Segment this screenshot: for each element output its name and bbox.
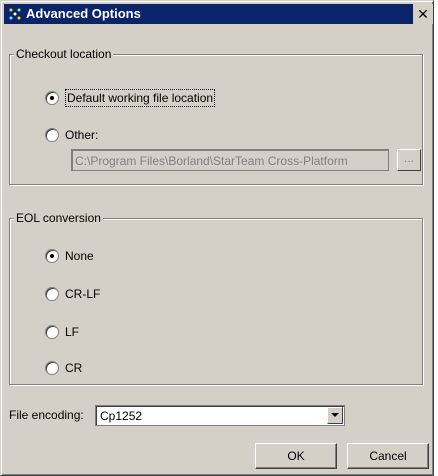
radio-other-indicator[interactable] [45, 128, 59, 142]
chevron-down-icon[interactable] [327, 407, 343, 424]
radio-eol-none[interactable]: None [45, 247, 94, 265]
cancel-button[interactable]: Cancel [347, 443, 429, 469]
radio-eol-cr-indicator[interactable] [45, 361, 59, 375]
radio-default-indicator[interactable] [45, 91, 59, 105]
app-icon [7, 6, 23, 22]
radio-eol-none-label[interactable]: None [65, 248, 94, 264]
file-encoding-value: Cp1252 [100, 409, 143, 423]
window-title: Advanced Options [26, 6, 141, 21]
radio-eol-lf[interactable]: LF [45, 323, 79, 341]
file-encoding-combo[interactable]: Cp1252 [95, 405, 345, 426]
close-button[interactable]: ✕ [413, 4, 433, 24]
radio-eol-none-indicator[interactable] [45, 249, 59, 263]
radio-eol-crlf-label[interactable]: CR-LF [65, 286, 100, 302]
ok-button[interactable]: OK [255, 443, 337, 469]
browse-button[interactable]: ... [397, 149, 421, 171]
radio-eol-cr[interactable]: CR [45, 359, 82, 377]
radio-eol-crlf-indicator[interactable] [45, 287, 59, 301]
radio-other-label[interactable]: Other: [65, 127, 98, 143]
eol-conversion-legend: EOL conversion [14, 211, 103, 225]
title-bar[interactable]: Advanced Options ✕ [4, 4, 433, 24]
radio-other-location[interactable]: Other: [45, 126, 98, 144]
other-path-input[interactable]: C:\Program Files\Borland\StarTeam Cross-… [71, 149, 389, 171]
radio-eol-crlf[interactable]: CR-LF [45, 285, 100, 303]
radio-default-location[interactable]: Default working file location [45, 89, 216, 107]
radio-default-label[interactable]: Default working file location [65, 89, 216, 107]
radio-eol-lf-indicator[interactable] [45, 325, 59, 339]
close-icon: ✕ [417, 6, 429, 22]
checkout-location-legend: Checkout location [14, 47, 114, 61]
file-encoding-label: File encoding: [9, 408, 84, 422]
radio-eol-lf-label[interactable]: LF [65, 324, 79, 340]
radio-eol-cr-label[interactable]: CR [65, 360, 82, 376]
advanced-options-dialog: Advanced Options ✕ Checkout location Def… [0, 0, 434, 476]
